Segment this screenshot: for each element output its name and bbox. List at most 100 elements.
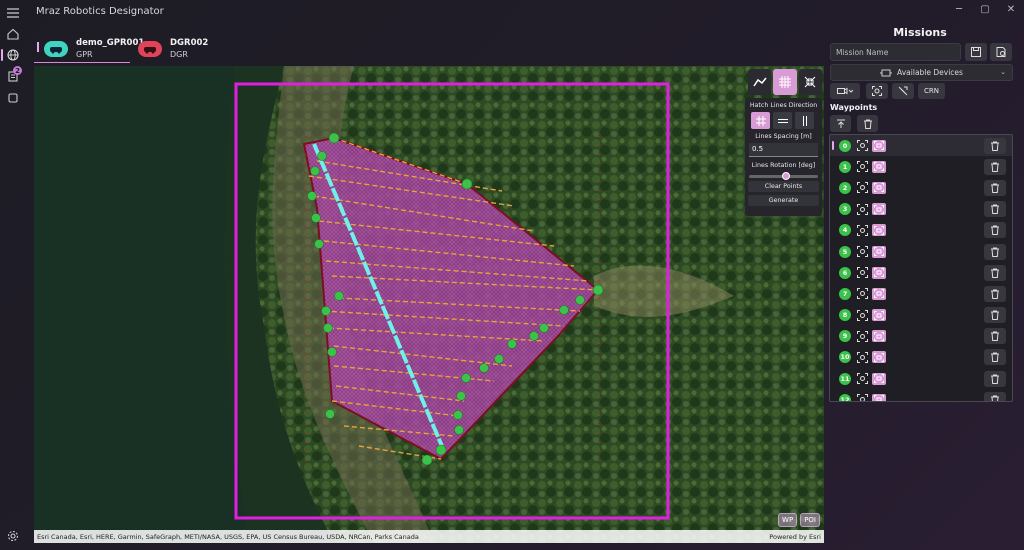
delete-waypoint-button[interactable] xyxy=(984,370,1006,387)
delete-waypoint-button[interactable] xyxy=(984,243,1006,260)
delete-waypoint-button[interactable] xyxy=(984,285,1006,302)
waypoint-row[interactable]: 4 xyxy=(830,220,1012,241)
device-tab-dgr002[interactable]: DGR002 DGR xyxy=(138,36,208,62)
square-icon[interactable] xyxy=(5,90,21,106)
camera-dropdown-button[interactable] xyxy=(830,83,860,99)
waypoint-number: 5 xyxy=(839,245,851,258)
capture-icon[interactable] xyxy=(855,309,869,321)
window-controls: ─ ▢ ✕ xyxy=(946,0,1024,18)
waypoint-row[interactable]: 3 xyxy=(830,199,1012,220)
capture-icon[interactable] xyxy=(855,140,869,152)
scan-icon[interactable] xyxy=(872,160,886,173)
capture-icon[interactable] xyxy=(855,394,869,401)
delete-waypoint-button[interactable] xyxy=(984,391,1006,401)
scan-icon[interactable] xyxy=(872,266,886,279)
scan-icon[interactable] xyxy=(872,372,886,385)
scan-icon[interactable] xyxy=(872,224,886,237)
capture-icon[interactable] xyxy=(855,161,869,173)
delete-waypoint-button[interactable] xyxy=(984,137,1006,154)
polyline-tool-button[interactable] xyxy=(748,69,772,95)
horizontal-direction-button[interactable] xyxy=(773,112,792,129)
capture-icon[interactable] xyxy=(855,330,869,342)
capture-icon[interactable] xyxy=(855,288,869,300)
waypoint-row[interactable]: 12 xyxy=(830,389,1012,401)
capture-icon[interactable] xyxy=(855,182,869,194)
waypoint-row[interactable]: 7 xyxy=(830,283,1012,304)
home-icon[interactable] xyxy=(5,26,21,42)
waypoint-number: 7 xyxy=(839,287,851,300)
scan-icon[interactable] xyxy=(872,393,886,401)
delete-waypoint-button[interactable] xyxy=(984,158,1006,175)
waypoints-list[interactable]: 0 1 2 3 4 5 6 7 8 9 10 11 12 xyxy=(829,134,1013,402)
trash-icon xyxy=(991,141,999,151)
waypoint-row[interactable]: 9 xyxy=(830,326,1012,347)
globe-icon[interactable] xyxy=(5,47,21,63)
vertical-direction-button[interactable] xyxy=(795,112,814,129)
delete-waypoint-button[interactable] xyxy=(984,222,1006,239)
grid-tool-button[interactable] xyxy=(773,69,797,95)
delete-waypoint-button[interactable] xyxy=(984,264,1006,281)
wp-toggle[interactable]: WP xyxy=(778,513,798,527)
generate-button[interactable]: Generate xyxy=(748,195,819,206)
chevron-down-icon: ⌄ xyxy=(1000,68,1006,76)
rail-active-indicator xyxy=(1,49,3,61)
capture-icon[interactable] xyxy=(855,267,869,279)
waypoint-row[interactable]: 1 xyxy=(830,156,1012,177)
waypoint-row[interactable]: 8 xyxy=(830,305,1012,326)
grid-direction-button[interactable] xyxy=(751,112,770,129)
devices-label: Available Devices xyxy=(897,68,963,77)
scan-icon[interactable] xyxy=(872,203,886,216)
collapse-icon[interactable] xyxy=(798,69,822,95)
capture-icon[interactable] xyxy=(855,224,869,236)
scan-icon[interactable] xyxy=(872,287,886,300)
clear-points-button[interactable]: Clear Points xyxy=(748,181,819,192)
poi-toggle[interactable]: POI xyxy=(800,513,820,527)
minimize-icon[interactable]: ─ xyxy=(946,0,972,18)
lines-rotation-label: Lines Rotation [deg] xyxy=(751,162,816,169)
lines-spacing-input[interactable]: 0.5 xyxy=(749,143,818,157)
scan-icon[interactable] xyxy=(872,351,886,364)
waypoint-row[interactable]: 5 xyxy=(830,241,1012,262)
rotation-slider[interactable] xyxy=(749,172,818,180)
scan-icon[interactable] xyxy=(872,181,886,194)
capture-icon[interactable] xyxy=(855,203,869,215)
devices-icon xyxy=(880,69,893,76)
capture-icon[interactable] xyxy=(866,83,888,99)
capture-icon[interactable] xyxy=(855,351,869,363)
scan-icon[interactable] xyxy=(872,245,886,258)
delete-waypoint-button[interactable] xyxy=(984,179,1006,196)
waypoint-row[interactable]: 11 xyxy=(830,368,1012,389)
no-signal-icon[interactable] xyxy=(892,83,914,99)
capture-icon[interactable] xyxy=(855,373,869,385)
delete-waypoint-button[interactable] xyxy=(984,307,1006,324)
device-tab-demo-gpr001[interactable]: demo_GPR001 GPR xyxy=(44,36,144,62)
capture-icon[interactable] xyxy=(855,246,869,258)
device-tab-underline xyxy=(34,62,130,63)
maximize-icon[interactable]: ▢ xyxy=(972,0,998,18)
crn-button[interactable]: CRN xyxy=(918,83,945,99)
waypoint-row[interactable]: 6 xyxy=(830,262,1012,283)
notification-badge: 2 xyxy=(13,66,22,75)
delete-waypoint-button[interactable] xyxy=(984,349,1006,366)
save-icon[interactable] xyxy=(965,43,987,61)
close-icon[interactable]: ✕ xyxy=(998,0,1024,18)
save-as-icon[interactable] xyxy=(990,43,1012,61)
available-devices-dropdown[interactable]: Available Devices ⌄ xyxy=(830,64,1013,81)
waypoint-row[interactable]: 2 xyxy=(830,177,1012,198)
mission-name-input[interactable]: Mission Name xyxy=(830,43,961,61)
trash-icon[interactable] xyxy=(857,115,878,132)
move-to-top-icon[interactable] xyxy=(830,115,851,132)
scan-icon[interactable] xyxy=(872,309,886,322)
trash-icon xyxy=(991,162,999,172)
slider-knob[interactable] xyxy=(782,172,790,180)
delete-waypoint-button[interactable] xyxy=(984,328,1006,345)
waypoint-number: 4 xyxy=(839,224,851,237)
settings-icon[interactable] xyxy=(5,528,21,544)
waypoint-row[interactable]: 10 xyxy=(830,347,1012,368)
delete-waypoint-button[interactable] xyxy=(984,201,1006,218)
scan-icon[interactable] xyxy=(872,330,886,343)
scan-icon[interactable] xyxy=(872,139,886,152)
waypoint-row[interactable]: 0 xyxy=(830,135,1012,157)
robot-icon xyxy=(138,41,162,57)
map-view[interactable]: WP POI Esri Canada, Esri, HERE, Garmin, … xyxy=(34,66,824,543)
